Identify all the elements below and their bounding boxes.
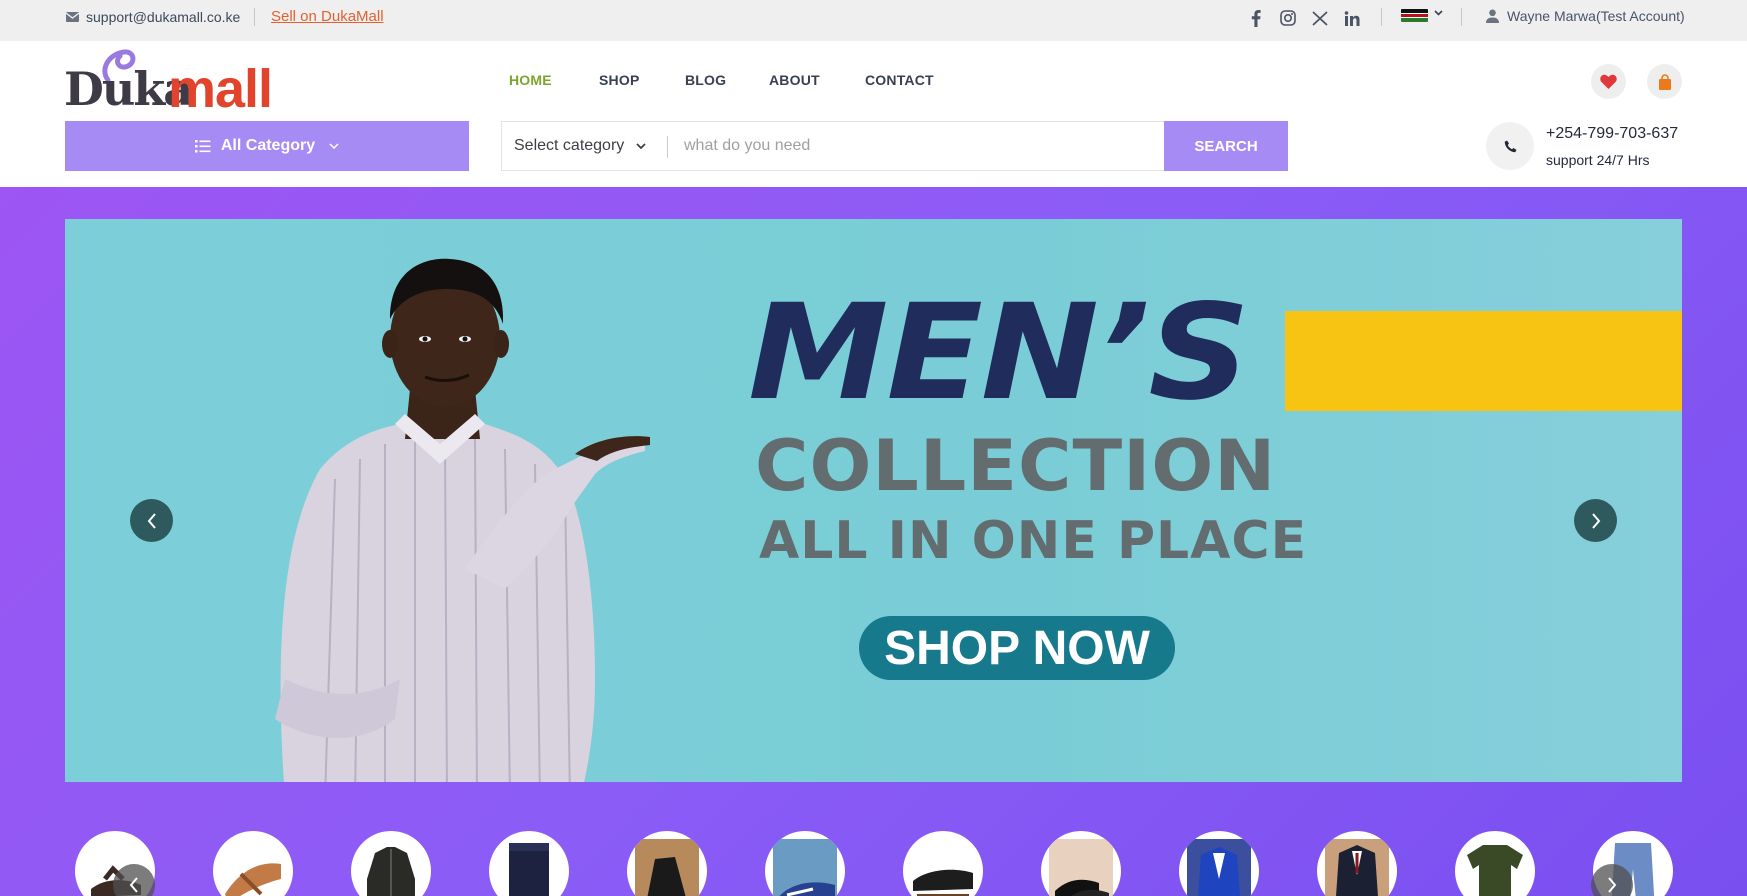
- wishlist-button[interactable]: [1591, 64, 1626, 99]
- support-email-text: support@dukamall.co.ke: [86, 9, 241, 25]
- chevron-right-icon: [1608, 877, 1617, 893]
- category-carousel: [0, 831, 1747, 896]
- carousel-next-button[interactable]: [1574, 499, 1617, 542]
- yellow-accent-bar: [1285, 311, 1682, 411]
- banner-subheadline: COLLECTION: [755, 425, 1277, 507]
- suit-icon: [1187, 839, 1251, 896]
- user-icon: [1486, 9, 1499, 23]
- jeans-icon: [509, 843, 549, 896]
- category-item[interactable]: [627, 831, 707, 896]
- model-image: [275, 258, 650, 782]
- list-icon: [194, 139, 211, 152]
- mail-icon: [66, 12, 79, 22]
- all-category-label: All Category: [220, 137, 316, 154]
- carousel-prev-button[interactable]: [130, 499, 173, 542]
- divider: [667, 136, 668, 158]
- chevron-down-icon[interactable]: [1434, 10, 1443, 16]
- search-input[interactable]: [684, 132, 1064, 160]
- top-bar: support@dukamall.co.ke Sell on DukaMall …: [0, 0, 1747, 41]
- shop-now-button[interactable]: SHOP NOW: [859, 616, 1175, 680]
- cart-button[interactable]: [1647, 64, 1682, 99]
- nav-about[interactable]: ABOUT: [769, 72, 820, 88]
- sandal-icon: [225, 863, 281, 896]
- sneaker-icon: [635, 839, 699, 896]
- chevron-left-icon: [147, 512, 156, 529]
- support-email[interactable]: support@dukamall.co.ke: [66, 9, 240, 25]
- category-item[interactable]: [489, 831, 569, 896]
- category-item[interactable]: [213, 831, 293, 896]
- sneaker-icon: [773, 839, 837, 896]
- logo-mall-text: mall: [168, 59, 273, 119]
- instagram-icon[interactable]: [1278, 8, 1298, 28]
- dukamall-logo[interactable]: Duka mall: [64, 48, 304, 119]
- all-category-button[interactable]: All Category: [65, 121, 469, 171]
- divider: [1461, 8, 1462, 26]
- category-item[interactable]: [903, 831, 983, 896]
- heart-icon: [1600, 74, 1617, 89]
- bag-icon: [1658, 73, 1671, 90]
- search-button[interactable]: SEARCH: [1164, 121, 1288, 171]
- user-name: Wayne Marwa(Test Account): [1507, 8, 1685, 24]
- banner-tagline: ALL IN ONE PLACE: [759, 511, 1308, 571]
- sell-on-dukamall-link[interactable]: Sell on DukaMall: [271, 8, 384, 25]
- select-category-label: Select category: [514, 137, 625, 154]
- shoes-icon: [1049, 839, 1113, 896]
- category-item[interactable]: [1179, 831, 1259, 896]
- select-category-dropdown[interactable]: Select category: [514, 137, 646, 155]
- user-account[interactable]: Wayne Marwa(Test Account): [1486, 8, 1685, 24]
- support-hours: support 24/7 Hrs: [1546, 152, 1650, 168]
- jacket-icon: [367, 847, 415, 896]
- x-icon[interactable]: [1310, 8, 1330, 28]
- chevron-down-icon: [636, 143, 646, 149]
- category-item[interactable]: [765, 831, 845, 896]
- banner-headline: MEN’S: [748, 276, 1250, 430]
- hero-banner[interactable]: MEN’S COLLECTION ALL IN ONE PLACE SHOP N…: [65, 219, 1682, 782]
- tshirt-icon: [1467, 845, 1523, 896]
- loafer-icon: [913, 869, 973, 896]
- divider: [1381, 8, 1382, 26]
- category-item[interactable]: [1455, 831, 1535, 896]
- nav-contact[interactable]: CONTACT: [865, 72, 934, 88]
- chevron-left-icon: [129, 877, 138, 893]
- chevron-down-icon: [329, 143, 339, 149]
- phone-icon: [1486, 122, 1534, 170]
- nav-home[interactable]: HOME: [509, 72, 552, 88]
- category-item[interactable]: [1317, 831, 1397, 896]
- category-item[interactable]: [1041, 831, 1121, 896]
- nav-blog[interactable]: BLOG: [685, 72, 726, 88]
- support-phone[interactable]: +254-799-703-637: [1546, 125, 1678, 143]
- chevron-right-icon: [1591, 512, 1600, 529]
- facebook-icon[interactable]: [1246, 8, 1266, 28]
- linkedin-icon[interactable]: [1342, 8, 1362, 28]
- hero-section: MEN’S COLLECTION ALL IN ONE PLACE SHOP N…: [0, 187, 1747, 896]
- divider: [254, 8, 255, 26]
- suit-icon: [1325, 839, 1389, 896]
- kenya-flag-icon[interactable]: [1401, 9, 1428, 22]
- nav-shop[interactable]: SHOP: [599, 72, 639, 88]
- category-item[interactable]: [351, 831, 431, 896]
